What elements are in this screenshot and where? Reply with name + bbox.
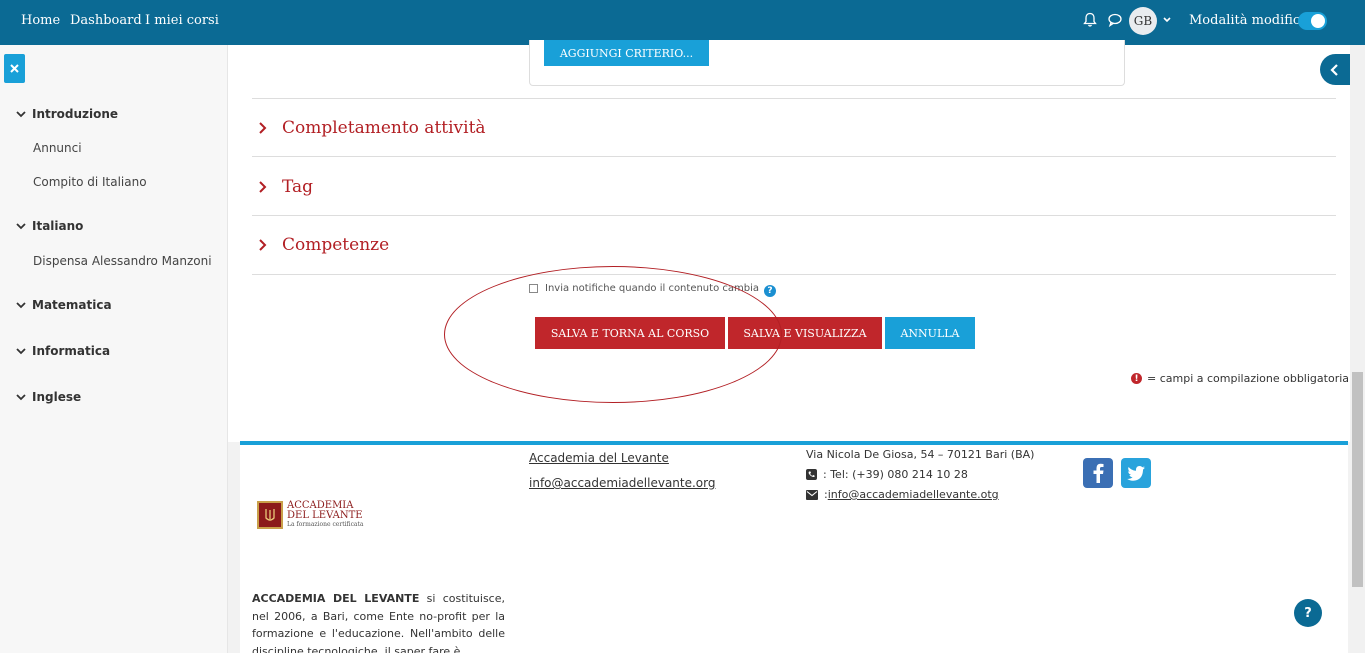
sidebar-item-dispensa-manzoni[interactable]: Dispensa Alessandro Manzoni bbox=[33, 254, 212, 268]
phone-icon bbox=[806, 469, 817, 480]
close-drawer-button[interactable] bbox=[4, 54, 25, 83]
sidebar-section-informatica[interactable]: Informatica bbox=[16, 344, 110, 358]
divider bbox=[252, 156, 1336, 157]
chevron-left-icon bbox=[1330, 63, 1338, 76]
sidebar-item-compito-italiano[interactable]: Compito di Italiano bbox=[33, 175, 147, 189]
divider bbox=[252, 274, 1336, 275]
logo-emblem bbox=[257, 501, 283, 529]
section-competenze[interactable]: Competenze bbox=[258, 235, 389, 255]
nav-dashboard-link[interactable]: Dashboard bbox=[70, 13, 142, 28]
notify-label: Invia notifiche quando il contenuto camb… bbox=[545, 283, 759, 294]
sidebar-section-label: Matematica bbox=[32, 298, 112, 312]
edit-mode-toggle[interactable] bbox=[1298, 12, 1327, 30]
edit-mode-label: Modalità modifica bbox=[1189, 13, 1308, 28]
nav-home-link[interactable]: Home bbox=[21, 13, 60, 28]
section-title: Completamento attività bbox=[282, 118, 486, 138]
logo-line-2: DEL LEVANTE bbox=[287, 510, 363, 521]
required-icon: ! bbox=[1131, 373, 1142, 384]
chat-icon[interactable] bbox=[1108, 12, 1122, 28]
footer-email: : info@accademiadellevante.otg bbox=[806, 488, 999, 501]
chevron-down-icon bbox=[16, 394, 26, 401]
toggle-knob bbox=[1311, 14, 1325, 28]
email-contact-link[interactable]: info@accademiadellevante.otg bbox=[828, 488, 999, 501]
bell-icon[interactable] bbox=[1083, 12, 1097, 28]
user-avatar[interactable]: GB bbox=[1129, 7, 1157, 35]
chevron-right-icon bbox=[259, 122, 267, 134]
facebook-glyph bbox=[1093, 463, 1104, 483]
close-icon bbox=[10, 64, 19, 73]
sidebar-section-label: Inglese bbox=[32, 390, 82, 404]
divider bbox=[252, 215, 1336, 216]
about-title: ACCADEMIA DEL LEVANTE bbox=[252, 592, 420, 605]
sidebar-section-matematica[interactable]: Matematica bbox=[16, 298, 112, 312]
notify-checkbox[interactable] bbox=[529, 284, 538, 293]
footer-phone: : Tel: (+39) 080 214 10 28 bbox=[806, 468, 968, 481]
sidebar-section-introduzione[interactable]: Introduzione bbox=[16, 107, 118, 121]
envelope-icon bbox=[806, 489, 818, 500]
academy-logo: ACCADEMIA DEL LEVANTE La formazione cert… bbox=[257, 501, 364, 529]
help-fab-button[interactable]: ? bbox=[1294, 599, 1322, 627]
about-paragraph: ACCADEMIA DEL LEVANTE si costituisce, ne… bbox=[252, 590, 505, 653]
site-footer: ACCADEMIA DEL LEVANTE La formazione cert… bbox=[240, 445, 1348, 653]
sidebar-section-label: Informatica bbox=[32, 344, 111, 358]
chevron-down-icon bbox=[16, 348, 26, 355]
logo-crest-icon bbox=[265, 509, 275, 521]
open-right-drawer-button[interactable] bbox=[1320, 54, 1350, 85]
sidebar-item-annunci[interactable]: Annunci bbox=[33, 141, 82, 155]
twitter-glyph bbox=[1127, 466, 1145, 481]
section-title: Competenze bbox=[282, 235, 390, 255]
footer-email-link[interactable]: info@accademiadellevante.org bbox=[529, 476, 715, 490]
chevron-right-icon bbox=[259, 239, 267, 251]
logo-tagline: La formazione certificata bbox=[287, 521, 364, 528]
sidebar-section-label: Introduzione bbox=[32, 107, 119, 121]
page-scrollbar[interactable] bbox=[1350, 45, 1365, 653]
phone-text: : Tel: (+39) 080 214 10 28 bbox=[823, 468, 968, 481]
help-icon[interactable]: ? bbox=[764, 285, 776, 297]
chevron-down-icon[interactable] bbox=[1161, 12, 1173, 28]
scrollbar-thumb[interactable] bbox=[1352, 372, 1363, 587]
save-and-return-button[interactable]: SALVA E TORNA AL CORSO bbox=[535, 317, 725, 349]
required-note-text: = campi a compilazione obbligatoria bbox=[1147, 372, 1350, 385]
notify-option: Invia notifiche quando il contenuto camb… bbox=[529, 283, 759, 294]
required-fields-note: ! = campi a compilazione obbligatoria bbox=[1131, 372, 1349, 385]
footer-site-link[interactable]: Accademia del Levante bbox=[529, 451, 669, 465]
chevron-right-icon bbox=[259, 181, 267, 193]
footer-address: Via Nicola De Giosa, 54 – 70121 Bari (BA… bbox=[806, 448, 1035, 461]
restriction-criteria-box: AGGIUNGI CRITERIO... bbox=[529, 40, 1125, 86]
save-and-view-button[interactable]: SALVA E VISUALIZZA bbox=[728, 317, 882, 349]
section-completamento-attivita[interactable]: Completamento attività bbox=[258, 118, 486, 138]
chevron-down-icon bbox=[16, 302, 26, 309]
twitter-icon[interactable] bbox=[1121, 458, 1151, 488]
chevron-down-icon bbox=[16, 111, 26, 118]
add-criterion-button[interactable]: AGGIUNGI CRITERIO... bbox=[544, 40, 709, 66]
course-index-sidebar: Introduzione Annunci Compito di Italiano… bbox=[0, 45, 228, 653]
main-form: AGGIUNGI CRITERIO... Completamento attiv… bbox=[228, 40, 1350, 442]
sidebar-section-label: Italiano bbox=[32, 219, 84, 233]
sidebar-section-italiano[interactable]: Italiano bbox=[16, 219, 83, 233]
logo-text: ACCADEMIA DEL LEVANTE La formazione cert… bbox=[287, 501, 364, 529]
cancel-button[interactable]: ANNULLA bbox=[885, 317, 975, 349]
top-navbar: Home Dashboard I miei corsi GB Modalità … bbox=[0, 0, 1365, 45]
nav-my-courses-link[interactable]: I miei corsi bbox=[145, 13, 219, 28]
facebook-icon[interactable] bbox=[1083, 458, 1113, 488]
chevron-down-icon bbox=[16, 223, 26, 230]
section-title: Tag bbox=[282, 177, 314, 197]
sidebar-section-inglese[interactable]: Inglese bbox=[16, 390, 81, 404]
section-tag[interactable]: Tag bbox=[258, 177, 313, 197]
divider bbox=[252, 98, 1336, 99]
